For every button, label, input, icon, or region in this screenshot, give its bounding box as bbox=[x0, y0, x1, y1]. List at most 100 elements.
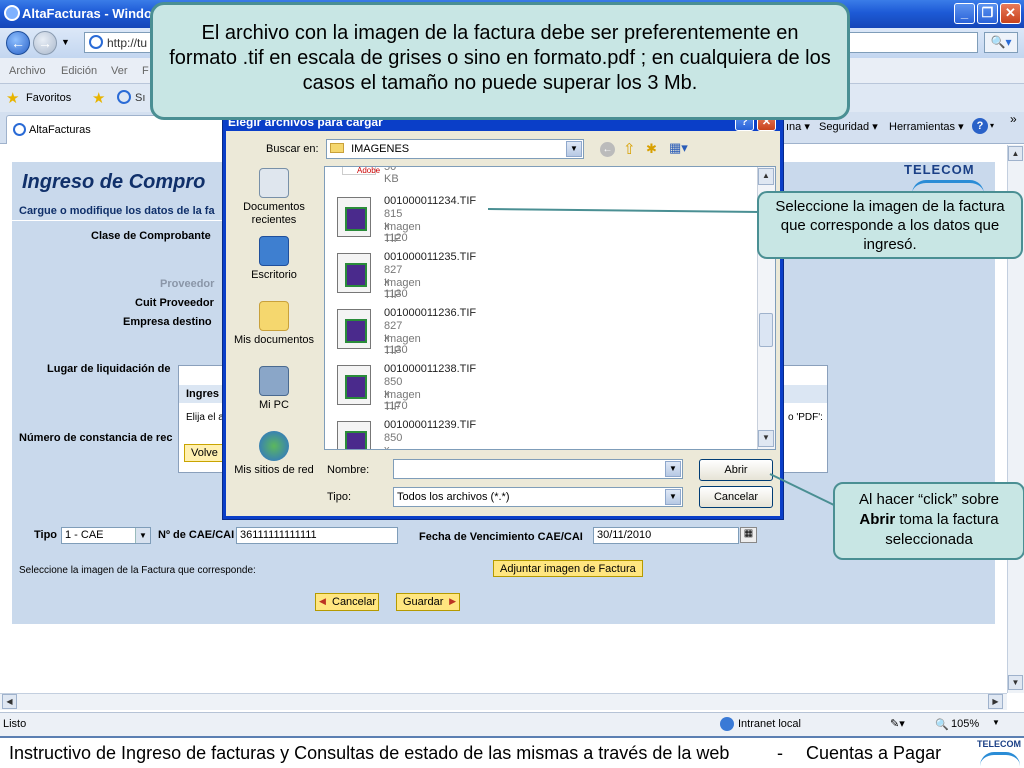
desktop-icon bbox=[259, 236, 289, 266]
folder-icon bbox=[330, 143, 344, 153]
favorites-star-icon[interactable]: ★ bbox=[6, 89, 19, 107]
scroll-down-icon[interactable]: ▼ bbox=[1008, 675, 1023, 690]
back-icon[interactable]: ← bbox=[600, 142, 615, 157]
file-list[interactable]: Adobe 50 KB 001000011234.TIF 815 x 1120 … bbox=[324, 166, 776, 450]
chevron-down-icon[interactable]: ▼ bbox=[135, 528, 150, 543]
buscar-en-label: Buscar en: bbox=[266, 143, 319, 155]
web-slice-icon[interactable] bbox=[117, 90, 131, 104]
page-icon bbox=[13, 123, 26, 136]
protected-mode-icon[interactable]: ✎▾ bbox=[890, 717, 905, 730]
callout-open-text-bold: Abrir bbox=[859, 511, 896, 528]
clase-label: Clase de Comprobante bbox=[91, 230, 211, 242]
tif-file-icon bbox=[337, 197, 371, 237]
menu-edicion[interactable]: Edición bbox=[61, 65, 97, 77]
scroll-thumb[interactable] bbox=[759, 313, 773, 347]
page-menu[interactable]: ına ▾ bbox=[786, 120, 810, 133]
folder-name: IMAGENES bbox=[351, 143, 410, 155]
more-toolbar-icon[interactable]: » bbox=[1010, 112, 1017, 126]
menu-favoritos[interactable]: F bbox=[142, 65, 149, 77]
calendar-icon[interactable]: ▦ bbox=[740, 527, 757, 543]
menu-archivo[interactable]: Archivo bbox=[9, 65, 46, 77]
zoom-icon[interactable]: 🔍 bbox=[935, 718, 949, 731]
file-name: 001000011236.TIF bbox=[384, 307, 477, 319]
save-button[interactable]: Guardar ▶ bbox=[396, 593, 460, 611]
tif-file-icon bbox=[337, 421, 371, 449]
forward-arrow-icon[interactable]: → bbox=[33, 31, 57, 55]
dialog-cancel-button[interactable]: Cancelar bbox=[699, 486, 773, 508]
history-dropdown-icon[interactable]: ▼ bbox=[61, 37, 70, 47]
folder-select[interactable]: IMAGENES ▼ bbox=[326, 139, 584, 159]
help-icon[interactable]: ? bbox=[972, 118, 988, 134]
open-button[interactable]: Abrir bbox=[699, 459, 773, 481]
chevron-down-icon[interactable]: ▼ bbox=[665, 461, 681, 477]
tipo-archivo-select[interactable]: Todos los archivos (*.*) ▼ bbox=[393, 487, 683, 507]
place-mis-sitios-de-red[interactable]: Mis sitios de red bbox=[230, 431, 318, 477]
cancel-button[interactable]: ◀ Cancelar bbox=[315, 593, 379, 611]
tipo-archivo-value: Todos los archivos (*.*) bbox=[397, 491, 510, 503]
place-label: Mi PC bbox=[259, 399, 289, 411]
save-button-label: Guardar bbox=[403, 596, 444, 608]
minimize-button[interactable]: _ bbox=[954, 3, 975, 24]
search-icon[interactable]: 🔍▾ bbox=[984, 32, 1018, 53]
place-label: Documentos recientes bbox=[243, 201, 305, 226]
constancia-label: Número de constancia de rec bbox=[19, 432, 173, 444]
horizontal-scrollbar[interactable]: ◀ ▶ bbox=[0, 693, 1007, 710]
footer-brand-arc bbox=[980, 752, 1020, 766]
recent-documents-icon bbox=[259, 168, 289, 198]
back-arrow-icon[interactable]: ← bbox=[6, 31, 30, 55]
scroll-up-icon[interactable]: ▲ bbox=[758, 168, 774, 185]
my-documents-icon bbox=[259, 301, 289, 331]
zone-text: Intranet local bbox=[738, 718, 801, 730]
cancel-button-label: Cancelar bbox=[332, 596, 377, 608]
address-text: http://tu bbox=[107, 36, 148, 50]
status-bar: Listo Intranet local ✎▾ 🔍 105% ▼ bbox=[0, 712, 1024, 736]
place-escritorio[interactable]: Escritorio bbox=[230, 236, 318, 282]
upload-panel-text: Elija el a bbox=[186, 412, 224, 423]
zoom-level[interactable]: 105% bbox=[951, 718, 979, 730]
add-favorite-icon[interactable]: ★ bbox=[92, 89, 105, 107]
maximize-button[interactable]: ❐ bbox=[977, 3, 998, 24]
menu-ver[interactable]: Ver bbox=[111, 65, 128, 77]
favorite-link[interactable]: Sı bbox=[135, 92, 145, 104]
security-menu[interactable]: Seguridad ▾ bbox=[819, 120, 878, 133]
cae-input[interactable]: 36111111111111 bbox=[236, 527, 398, 544]
favorites-label[interactable]: Favoritos bbox=[26, 92, 71, 104]
tipo-select[interactable]: 1 - CAE ▼ bbox=[61, 527, 151, 544]
footer-section: Cuentas a Pagar bbox=[806, 743, 942, 763]
window-title: AltaFacturas - Windo bbox=[22, 6, 152, 21]
help-dropdown-icon[interactable]: ▾ bbox=[990, 121, 994, 130]
scroll-up-icon[interactable]: ▲ bbox=[1008, 146, 1023, 161]
chevron-down-icon[interactable]: ▼ bbox=[665, 489, 681, 505]
adjuntar-button[interactable]: Adjuntar imagen de Factura bbox=[493, 560, 643, 577]
scroll-left-icon[interactable]: ◀ bbox=[2, 694, 17, 709]
status-text: Listo bbox=[3, 718, 27, 730]
zoom-dropdown-icon[interactable]: ▼ bbox=[992, 718, 1000, 727]
form-subtitle: Cargue o modifique los datos de la fa bbox=[19, 205, 215, 217]
callout-format-text: El archivo con la imagen de la factura d… bbox=[169, 22, 831, 94]
callout-open-note: Al hacer “click” sobre Abrir toma la fac… bbox=[833, 482, 1024, 560]
nombre-input[interactable]: ▼ bbox=[393, 459, 683, 479]
scroll-right-icon[interactable]: ▶ bbox=[988, 694, 1003, 709]
upload-panel-format: o 'PDF': bbox=[788, 412, 823, 423]
tools-menu[interactable]: Herramientas ▾ bbox=[889, 120, 964, 133]
pdf-file-icon: Adobe bbox=[342, 167, 380, 175]
file-type: Imagen TIF bbox=[384, 389, 421, 413]
place-documentos-recientes[interactable]: Documentos recientes bbox=[230, 168, 318, 227]
scroll-down-icon[interactable]: ▼ bbox=[758, 430, 774, 447]
cae-label: Nº de CAE/CAI bbox=[158, 529, 235, 541]
slide-footer: Instructivo de Ingreso de facturas y Con… bbox=[0, 736, 1024, 768]
arrow-right-icon: ▶ bbox=[449, 596, 456, 606]
fecha-input[interactable]: 30/11/2010 bbox=[593, 527, 739, 544]
view-menu-icon[interactable]: ▦▾ bbox=[669, 140, 688, 156]
chevron-down-icon[interactable]: ▼ bbox=[566, 141, 582, 157]
close-button[interactable]: ✕ bbox=[1000, 3, 1021, 24]
new-folder-icon[interactable]: ✱ bbox=[646, 141, 657, 157]
place-mi-pc[interactable]: Mi PC bbox=[230, 366, 318, 412]
file-name: 001000011234.TIF bbox=[384, 195, 477, 207]
network-globe-icon bbox=[259, 431, 289, 461]
place-mis-documentos[interactable]: Mis documentos bbox=[230, 301, 318, 347]
volver-button[interactable]: Volve bbox=[184, 444, 226, 462]
up-folder-icon[interactable]: ⇧ bbox=[623, 140, 636, 158]
tif-file-icon bbox=[337, 365, 371, 405]
tipo-value: 1 - CAE bbox=[65, 529, 104, 541]
